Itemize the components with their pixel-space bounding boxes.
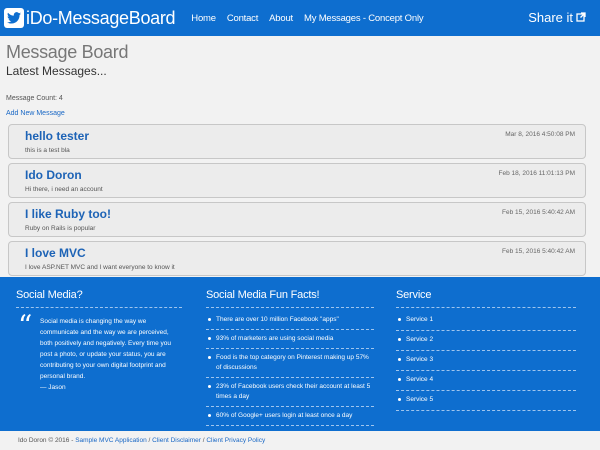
sample-mvc-link[interactable]: Sample MVC Application [75,437,147,444]
disclaimer-link[interactable]: Client Disclaimer [152,437,201,444]
nav-home[interactable]: Home [191,13,216,24]
service-item[interactable]: Service 1 [396,311,576,331]
message-date: Feb 15, 2016 5:40:42 AM [502,248,575,255]
nav-contact[interactable]: Contact [227,13,259,24]
quote-author: — Jason [40,384,66,391]
navbar: iDo-MessageBoard Home Contact About My M… [0,0,600,36]
list-item: 60% of Google+ users login at least once… [206,407,374,426]
twitter-bird-icon [4,8,24,28]
message-date: Feb 18, 2016 11:01:13 PM [498,170,576,177]
social-media-section: Social Media? “ Social media is changing… [16,289,182,393]
service-list: Service 1 Service 2 Service 3 Service 4 … [396,311,576,411]
list-item: 93% of marketers are using social media [206,330,374,349]
share-button[interactable]: Share it [528,10,586,25]
message-card[interactable]: Ido Doron Hi there, i need an account Fe… [8,163,586,198]
message-date: Feb 15, 2016 5:40:42 AM [502,209,575,216]
social-heading: Social Media? [16,289,182,308]
nav-about[interactable]: About [269,13,293,24]
message-title[interactable]: I like Ruby too! [25,207,111,221]
page-subtitle: Latest Messages... [6,64,107,78]
list-item: There are over 10 million Facebook "apps… [206,311,374,330]
service-section: Service Service 1 Service 2 Service 3 Se… [396,289,576,411]
service-item[interactable]: Service 2 [396,331,576,351]
message-date: Mar 8, 2016 4:50:08 PM [505,131,575,138]
brand[interactable]: iDo-MessageBoard [4,7,176,29]
service-item[interactable]: Service 5 [396,391,576,411]
message-body: I love ASP.NET MVC and I want everyone t… [25,264,175,271]
nav-my-messages[interactable]: My Messages - Concept Only [304,13,424,24]
brand-name: iDo-MessageBoard [26,7,176,28]
add-message-link[interactable]: Add New Message [6,110,65,117]
message-card[interactable]: hello tester this is a test bla Mar 8, 2… [8,124,586,159]
message-card[interactable]: I love MVC I love ASP.NET MVC and I want… [8,241,586,276]
message-title[interactable]: I love MVC [25,246,86,260]
share-label: Share it [528,10,573,25]
message-body: Hi there, i need an account [25,186,103,193]
list-item: 23% of Facebook users check their accoun… [206,378,374,407]
message-body: Ruby on Rails is popular [25,225,96,232]
message-title[interactable]: Ido Doron [25,168,82,182]
quote-text: Social media is changing the way we comm… [40,318,172,380]
message-body: this is a test bla [25,147,70,154]
quote-block: “ Social media is changing the way we co… [16,312,182,393]
message-count: Message Count: 4 [6,95,63,102]
external-link-icon [576,10,586,25]
facts-heading: Social Media Fun Facts! [206,289,374,308]
footer: Social Media? “ Social media is changing… [0,277,600,431]
service-heading: Service [396,289,576,308]
service-item[interactable]: Service 4 [396,371,576,391]
nav-links: Home Contact About My Messages - Concept… [191,13,434,24]
message-title[interactable]: hello tester [25,129,89,143]
copyright-bar: Ido Doron © 2016 - Sample MVC Applicatio… [0,431,600,450]
service-item[interactable]: Service 3 [396,351,576,371]
page-title: Message Board [6,42,129,62]
copyright-text: Ido Doron © 2016 - [18,437,76,444]
facts-list: There are over 10 million Facebook "apps… [206,311,374,426]
main-content: Message Board Latest Messages... Message… [6,36,594,276]
list-item: Food is the top category on Pinterest ma… [206,349,374,378]
quote-icon: “ [18,309,33,342]
fun-facts-section: Social Media Fun Facts! There are over 1… [206,289,374,426]
privacy-link[interactable]: Client Privacy Policy [206,437,265,444]
message-card[interactable]: I like Ruby too! Ruby on Rails is popula… [8,202,586,237]
